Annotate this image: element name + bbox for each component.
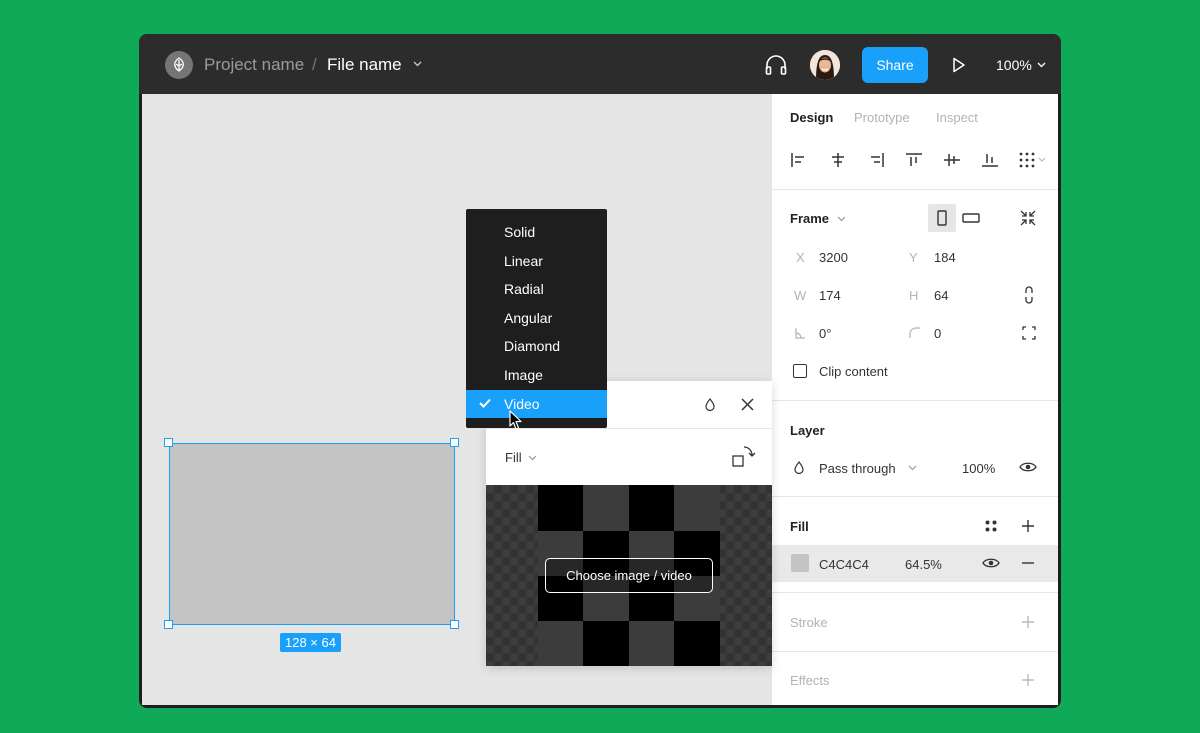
add-effect-icon[interactable] xyxy=(1021,673,1035,687)
menu-item-linear[interactable]: Linear xyxy=(466,247,607,275)
eye-icon[interactable] xyxy=(982,557,1000,569)
checkmark-icon xyxy=(479,398,491,408)
menu-item-image[interactable]: Image xyxy=(466,361,607,389)
chevron-down-icon[interactable] xyxy=(528,455,537,461)
independent-corners-icon[interactable] xyxy=(1022,326,1036,340)
selected-frame[interactable] xyxy=(169,443,455,625)
fill-opacity-input[interactable]: 64.5% xyxy=(905,557,942,572)
menu-item-video[interactable]: Video xyxy=(466,390,607,418)
layer-title: Layer xyxy=(790,423,825,438)
rotate-image-icon[interactable] xyxy=(731,445,757,469)
distribute-grid-icon[interactable] xyxy=(1019,152,1049,168)
headphones-icon[interactable] xyxy=(764,54,788,76)
divider xyxy=(772,592,1058,593)
fill-hex-input[interactable]: C4C4C4 xyxy=(819,557,869,572)
menu-item-solid[interactable]: Solid xyxy=(466,218,607,246)
play-icon[interactable] xyxy=(952,57,966,73)
figma-logo-icon[interactable] xyxy=(165,51,193,79)
portrait-button[interactable] xyxy=(928,204,956,232)
resize-to-fit-icon[interactable] xyxy=(1019,209,1037,227)
y-input[interactable]: 184 xyxy=(934,250,956,265)
chevron-down-icon[interactable] xyxy=(1037,62,1046,68)
align-horizontal-center-icon[interactable] xyxy=(829,152,847,168)
choose-media-button[interactable]: Choose image / video xyxy=(545,558,713,593)
resize-handle[interactable] xyxy=(450,438,459,447)
fill-color-swatch[interactable] xyxy=(791,554,809,572)
topbar: Project name / File name Share 100% xyxy=(139,34,1061,94)
chevron-down-icon[interactable] xyxy=(413,61,422,67)
layer-opacity-input[interactable]: 100% xyxy=(962,461,995,476)
align-right-icon[interactable] xyxy=(867,152,885,168)
avatar[interactable] xyxy=(810,50,840,80)
menu-item-angular[interactable]: Angular xyxy=(466,304,607,332)
rotation-icon xyxy=(795,328,805,339)
share-button[interactable]: Share xyxy=(862,47,928,83)
design-panel: Design Prototype Inspect Frame X 3200 Y … xyxy=(772,94,1058,705)
remove-fill-icon[interactable] xyxy=(1021,562,1035,564)
tab-design[interactable]: Design xyxy=(790,110,833,125)
frame-title[interactable]: Frame xyxy=(790,211,829,226)
x-label: X xyxy=(796,250,805,265)
divider xyxy=(772,189,1058,190)
rotation-input[interactable]: 0° xyxy=(819,326,831,341)
fill-row[interactable]: C4C4C4 64.5% xyxy=(772,545,1058,582)
menu-item-radial[interactable]: Radial xyxy=(466,275,607,303)
blend-mode-drop-icon xyxy=(794,461,804,474)
effects-title: Effects xyxy=(790,673,830,688)
resize-handle[interactable] xyxy=(164,438,173,447)
mouse-cursor-icon xyxy=(509,410,522,430)
h-label: H xyxy=(909,288,919,303)
menu-item-diamond[interactable]: Diamond xyxy=(466,332,607,360)
breadcrumb-project[interactable]: Project name xyxy=(204,55,304,75)
divider xyxy=(772,496,1058,497)
x-input[interactable]: 3200 xyxy=(819,250,848,265)
styles-icon[interactable] xyxy=(984,519,998,533)
resize-handle[interactable] xyxy=(164,620,173,629)
fill-type-menu: Solid Linear Radial Angular Diamond Imag… xyxy=(466,209,607,428)
resize-handle[interactable] xyxy=(450,620,459,629)
align-vertical-center-icon[interactable] xyxy=(943,152,961,168)
clip-content-checkbox[interactable] xyxy=(793,364,807,378)
breadcrumb-separator: / xyxy=(312,55,317,74)
corner-radius-input[interactable]: 0 xyxy=(934,326,941,341)
tab-prototype[interactable]: Prototype xyxy=(854,110,910,125)
selection-size-badge: 128 × 64 xyxy=(280,633,341,652)
chevron-down-icon[interactable] xyxy=(908,465,917,471)
divider xyxy=(772,651,1058,652)
fill-title: Fill xyxy=(790,519,809,534)
tab-inspect[interactable]: Inspect xyxy=(936,110,978,125)
fill-mode-select[interactable]: Fill xyxy=(505,450,522,465)
breadcrumb-file[interactable]: File name xyxy=(327,55,402,75)
add-fill-icon[interactable] xyxy=(1021,519,1035,533)
align-left-icon[interactable] xyxy=(790,152,808,168)
w-input[interactable]: 174 xyxy=(819,288,841,303)
corner-radius-icon xyxy=(909,327,920,338)
h-input[interactable]: 64 xyxy=(934,288,948,303)
constrain-proportions-icon[interactable] xyxy=(1024,285,1034,305)
blend-mode-select[interactable]: Pass through xyxy=(819,461,896,476)
clip-content-label[interactable]: Clip content xyxy=(819,364,888,379)
media-preview: Choose image / video xyxy=(486,485,772,666)
add-stroke-icon[interactable] xyxy=(1021,615,1035,629)
portrait-icon xyxy=(937,210,947,226)
zoom-level[interactable]: 100% xyxy=(996,57,1032,73)
eye-icon[interactable] xyxy=(1019,461,1037,473)
divider xyxy=(772,400,1058,401)
y-label: Y xyxy=(909,250,918,265)
align-bottom-icon[interactable] xyxy=(981,152,999,168)
stroke-title: Stroke xyxy=(790,615,828,630)
close-icon[interactable] xyxy=(741,398,754,411)
chevron-down-icon[interactable] xyxy=(837,216,846,222)
align-top-icon[interactable] xyxy=(905,152,923,168)
w-label: W xyxy=(794,288,807,303)
blend-mode-drop-icon[interactable] xyxy=(705,398,715,411)
landscape-icon[interactable] xyxy=(962,212,980,224)
